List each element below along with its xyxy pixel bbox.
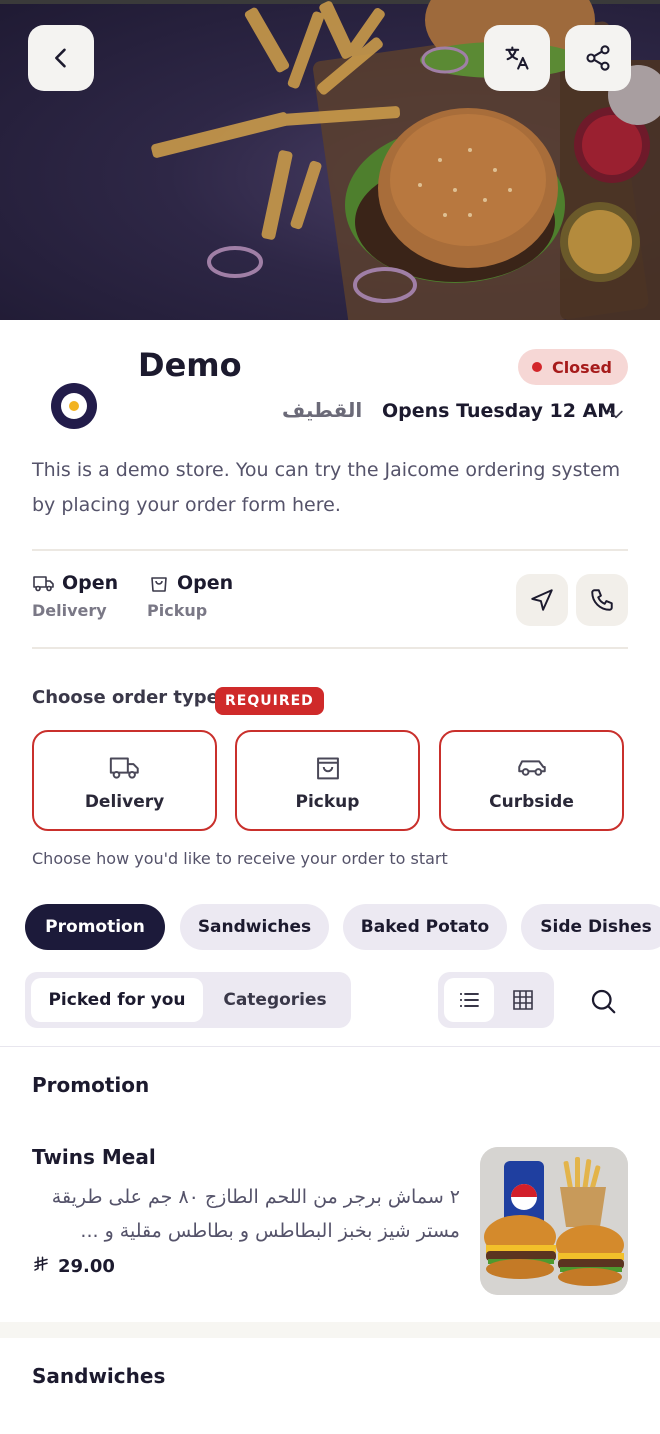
list-view-button[interactable] <box>444 978 494 1022</box>
bag-icon <box>316 757 339 779</box>
required-badge: REQUIRED <box>215 687 324 715</box>
call-button[interactable] <box>576 574 628 626</box>
phone-icon <box>591 589 613 611</box>
delivery-label: Delivery <box>32 601 107 620</box>
order-type-label: Choose order type <box>32 687 219 708</box>
truck-icon <box>33 576 54 592</box>
store-description: This is a demo store. You can try the Ja… <box>32 459 621 516</box>
order-type-delivery[interactable]: Delivery <box>32 730 217 831</box>
layout-toggle <box>438 972 554 1028</box>
burger-meal-illustration <box>480 1147 628 1295</box>
back-button[interactable] <box>28 25 94 91</box>
tab-promotion[interactable]: Promotion <box>25 904 165 950</box>
divider <box>0 1046 660 1047</box>
item-name: Twins Meal <box>32 1145 156 1169</box>
search-icon <box>591 989 616 1014</box>
item-description: ٢ سماش برجر من اللحم الطازج ٨٠ جم على طر… <box>51 1186 460 1242</box>
car-icon <box>517 759 546 776</box>
language-button[interactable] <box>484 25 550 91</box>
status-dot <box>531 362 542 372</box>
grid-view-button[interactable] <box>498 978 548 1022</box>
status-badge: Closed <box>517 349 628 385</box>
list-icon <box>460 993 479 1007</box>
truck-icon <box>109 757 139 779</box>
delivery-status: Open <box>62 572 119 594</box>
store-city: القطيف <box>282 398 363 422</box>
item-price-value: 29.00 <box>58 1255 115 1277</box>
delivery-service: Open Delivery <box>32 571 118 620</box>
order-type-label: Curbside <box>489 791 574 812</box>
store-logo <box>32 364 116 448</box>
order-type-label: Delivery <box>84 791 165 812</box>
tab-sandwiches[interactable]: Sandwiches <box>180 904 329 950</box>
pickup-status: Open <box>177 572 234 594</box>
tab-picked-for-you[interactable]: Picked for you <box>31 978 203 1022</box>
tab-baked-potato[interactable]: Baked Potato <box>343 904 507 950</box>
item-price: 29.00 <box>32 1254 115 1278</box>
bag-icon <box>151 577 167 592</box>
navigation-arrow-icon <box>531 589 553 611</box>
grid-icon <box>513 990 533 1010</box>
divider <box>32 549 628 551</box>
directions-button[interactable] <box>516 574 568 626</box>
pickup-label: Pickup <box>147 601 208 620</box>
order-type-pickup[interactable]: Pickup <box>235 730 420 831</box>
store-name: Demo <box>138 346 242 384</box>
burger-cover-illustration <box>151 0 660 320</box>
order-type-hint: Choose how you'd like to receive your or… <box>32 849 448 868</box>
order-type-curbside[interactable]: Curbside <box>439 730 624 831</box>
opening-hours[interactable]: Opens Tuesday 12 AM <box>382 400 616 422</box>
item-image <box>480 1147 628 1295</box>
share-icon <box>586 45 610 71</box>
status-text: Closed <box>551 357 612 377</box>
order-type-label: Pickup <box>295 791 360 812</box>
divider <box>32 647 628 649</box>
chevron-down-icon[interactable] <box>606 404 626 424</box>
pickup-service: Open Pickup <box>147 571 233 620</box>
section-title-sandwiches: Sandwiches <box>32 1364 166 1388</box>
riyal-currency-icon <box>32 1254 50 1278</box>
section-separator <box>0 1322 660 1338</box>
cover-image <box>0 0 660 320</box>
category-tabs: Promotion Sandwiches Baked Potato Side D… <box>0 904 660 952</box>
share-button[interactable] <box>565 25 631 91</box>
chevron-left-icon <box>55 48 66 68</box>
search-button[interactable] <box>584 982 622 1020</box>
logo-mark-icon <box>51 383 97 429</box>
tab-categories[interactable]: Categories <box>205 978 345 1022</box>
view-segment: Picked for you Categories <box>25 972 351 1028</box>
tab-side-dishes[interactable]: Side Dishes <box>521 904 660 950</box>
section-title-promotion: Promotion <box>32 1073 150 1097</box>
translate-icon <box>505 46 529 70</box>
